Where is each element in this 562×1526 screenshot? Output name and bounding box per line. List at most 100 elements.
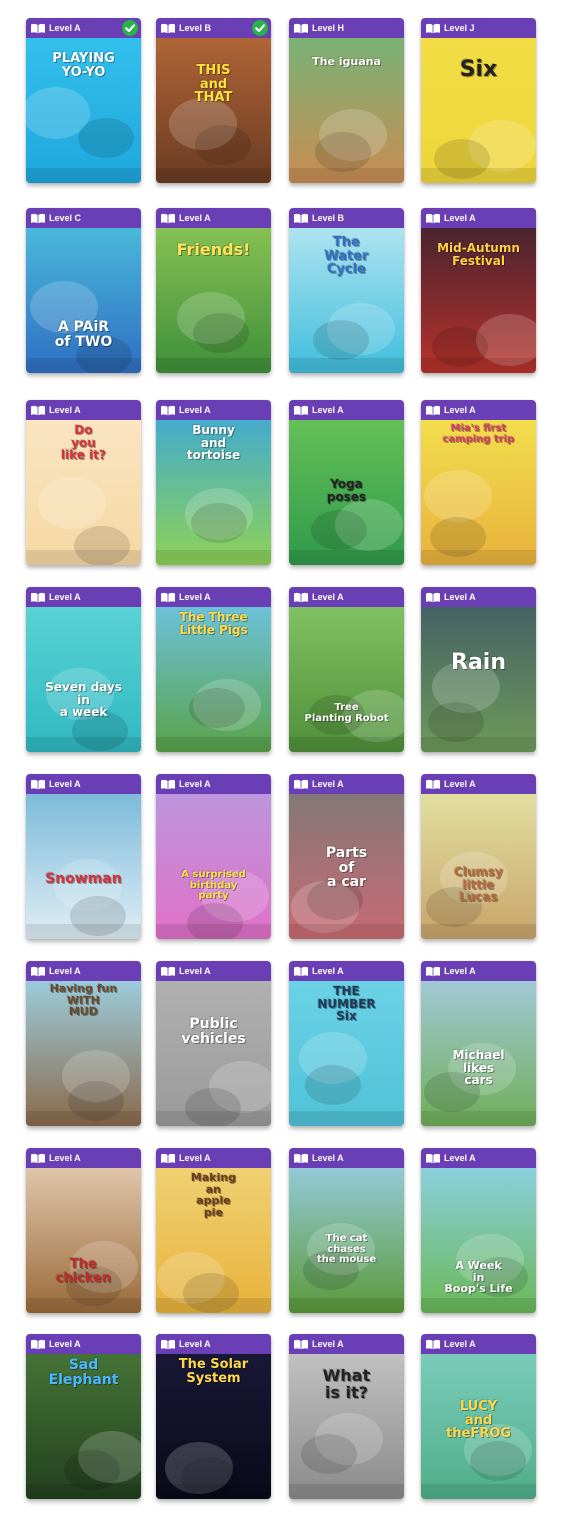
level-badge: Level A — [26, 1334, 141, 1354]
book-card[interactable]: The Solar System Level A — [156, 1334, 271, 1499]
book-card[interactable]: The Three Little Pigs Level A — [156, 587, 271, 752]
open-book-icon — [160, 1339, 176, 1350]
level-badge: Level A — [289, 961, 404, 981]
level-badge: Level A — [421, 400, 536, 420]
level-badge: Level A — [421, 774, 536, 794]
book-card[interactable]: The chicken Level A — [26, 1148, 141, 1313]
book-card[interactable]: Yoga poses Level A — [289, 400, 404, 565]
book-card[interactable]: THIS and THAT Level B — [156, 18, 271, 183]
open-book-icon — [160, 592, 176, 603]
book-card[interactable]: Mia's first camping trip Level A — [421, 400, 536, 565]
book-card[interactable]: A PAiR of TWO Level C — [26, 208, 141, 373]
book-card[interactable]: Do you like it? Level A — [26, 400, 141, 565]
level-label: Level A — [49, 405, 81, 415]
level-label: Level A — [179, 966, 211, 976]
level-label: Level C — [49, 213, 82, 223]
level-label: Level A — [444, 592, 476, 602]
level-label: Level A — [312, 779, 344, 789]
level-label: Level A — [444, 1339, 476, 1349]
book-cover-image — [421, 587, 536, 752]
open-book-icon — [160, 1153, 176, 1164]
book-card[interactable]: A Week in Boop's Life Level A — [421, 1148, 536, 1313]
level-badge: Level J — [421, 18, 536, 38]
level-badge: Level A — [421, 1334, 536, 1354]
book-cover-image — [289, 587, 404, 752]
book-card[interactable]: Six Level J — [421, 18, 536, 183]
book-card[interactable]: Public vehicles Level A — [156, 961, 271, 1126]
level-label: Level A — [179, 779, 211, 789]
open-book-icon — [293, 405, 309, 416]
book-card[interactable]: Clumsy little Lucas Level A — [421, 774, 536, 939]
level-badge: Level A — [421, 961, 536, 981]
book-cover-image — [289, 961, 404, 1126]
book-card[interactable]: Having fun WITH MUD Level A — [26, 961, 141, 1126]
completed-check-icon — [122, 20, 138, 36]
book-cover-image — [156, 1334, 271, 1499]
open-book-icon — [160, 23, 176, 34]
book-card[interactable]: Snowman Level A — [26, 774, 141, 939]
level-badge: Level A — [289, 400, 404, 420]
level-label: Level A — [179, 213, 211, 223]
book-card[interactable]: The Water Cycle Level B — [289, 208, 404, 373]
book-grid: PLAYING YO-YO Level A THIS and THAT Level B… — [0, 0, 562, 1526]
book-card[interactable]: Seven days in a week Level A — [26, 587, 141, 752]
open-book-icon — [160, 213, 176, 224]
level-label: Level A — [444, 1153, 476, 1163]
level-label: Level B — [179, 23, 212, 33]
book-card[interactable]: Michael likes cars Level A — [421, 961, 536, 1126]
book-card[interactable]: Parts of a car Level A — [289, 774, 404, 939]
book-card[interactable]: Mid-Autumn Festival Level A — [421, 208, 536, 373]
level-label: Level A — [444, 779, 476, 789]
open-book-icon — [425, 779, 441, 790]
level-label: Level A — [179, 1153, 211, 1163]
book-card[interactable]: LUCY and theFROG Level A — [421, 1334, 536, 1499]
level-badge: Level H — [289, 18, 404, 38]
book-card[interactable]: A surprised birthday party Level A — [156, 774, 271, 939]
book-cover-image — [26, 208, 141, 373]
book-cover-image — [26, 1334, 141, 1499]
book-cover-image — [156, 774, 271, 939]
book-cover-image — [26, 587, 141, 752]
book-card[interactable]: Tree Planting Robot Level A — [289, 587, 404, 752]
level-badge: Level A — [156, 400, 271, 420]
level-label: Level A — [49, 1339, 81, 1349]
level-badge: Level B — [289, 208, 404, 228]
open-book-icon — [30, 779, 46, 790]
book-cover-image — [26, 774, 141, 939]
open-book-icon — [160, 779, 176, 790]
open-book-icon — [30, 23, 46, 34]
level-badge: Level A — [156, 961, 271, 981]
open-book-icon — [160, 405, 176, 416]
open-book-icon — [425, 966, 441, 977]
level-label: Level A — [179, 592, 211, 602]
book-card[interactable]: Sad Elephant Level A — [26, 1334, 141, 1499]
open-book-icon — [425, 1153, 441, 1164]
open-book-icon — [30, 966, 46, 977]
book-card[interactable]: PLAYING YO-YO Level A — [26, 18, 141, 183]
level-label: Level A — [179, 1339, 211, 1349]
level-badge: Level C — [26, 208, 141, 228]
open-book-icon — [30, 405, 46, 416]
level-badge: Level A — [26, 774, 141, 794]
book-card[interactable]: Making an apple pie Level A — [156, 1148, 271, 1313]
book-card[interactable]: What is it? Level A — [289, 1334, 404, 1499]
book-card[interactable]: THE NUMBER Six Level A — [289, 961, 404, 1126]
book-card[interactable]: Bunny and tortoise Level A — [156, 400, 271, 565]
book-card[interactable]: Rain Level A — [421, 587, 536, 752]
level-label: Level A — [312, 1339, 344, 1349]
open-book-icon — [30, 1153, 46, 1164]
open-book-icon — [293, 592, 309, 603]
book-card[interactable]: Friends! Level A — [156, 208, 271, 373]
completed-check-icon — [252, 20, 268, 36]
level-badge: Level A — [156, 774, 271, 794]
open-book-icon — [160, 966, 176, 977]
open-book-icon — [425, 213, 441, 224]
level-label: Level A — [49, 1153, 81, 1163]
book-card[interactable]: The cat chases the mouse Level A — [289, 1148, 404, 1313]
book-card[interactable]: The iguana Level H — [289, 18, 404, 183]
book-cover-image — [156, 961, 271, 1126]
open-book-icon — [293, 213, 309, 224]
level-label: Level A — [444, 966, 476, 976]
level-label: Level B — [312, 213, 345, 223]
level-label: Level A — [312, 592, 344, 602]
